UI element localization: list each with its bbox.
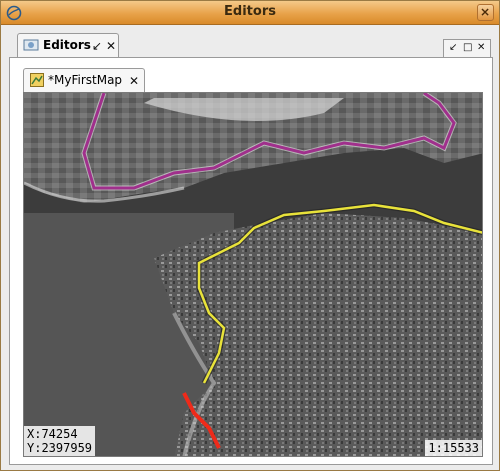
- title-bar[interactable]: Editors: [1, 1, 499, 25]
- y-coordinate: Y:2397959: [27, 441, 93, 455]
- pin-icon[interactable]: ↙: [449, 43, 457, 53]
- coordinate-readout: X:74254 Y:2397959: [24, 426, 96, 456]
- tab-editors-view[interactable]: Editors ↙ ✕: [17, 33, 119, 57]
- view-tab-label: Editors: [43, 38, 91, 52]
- editors-window: Editors Editors ↙ ✕ ↙ □ ✕ *MyFirstMap ✕: [0, 0, 500, 471]
- window-title: Editors: [224, 4, 276, 19]
- pin-icon[interactable]: ↙: [92, 40, 102, 52]
- close-icon: [481, 8, 489, 16]
- view-icon: [23, 39, 39, 51]
- tab-my-first-map[interactable]: *MyFirstMap ✕: [23, 68, 145, 92]
- map-icon: [30, 73, 44, 87]
- close-icon[interactable]: ✕: [129, 75, 139, 87]
- x-coordinate: X:74254: [27, 427, 78, 441]
- editor-tab-label: *MyFirstMap: [48, 73, 123, 87]
- close-icon[interactable]: ✕: [477, 43, 485, 53]
- scale-readout: 1:15533: [425, 440, 482, 456]
- close-icon[interactable]: ✕: [106, 40, 116, 52]
- maximize-icon[interactable]: □: [463, 43, 472, 53]
- aerial-photo[interactable]: [24, 93, 483, 457]
- map-canvas[interactable]: X:74254 Y:2397959 1:15533: [23, 92, 483, 457]
- window-close-button[interactable]: [477, 4, 494, 21]
- view-controls: ↙ □ ✕: [443, 39, 491, 57]
